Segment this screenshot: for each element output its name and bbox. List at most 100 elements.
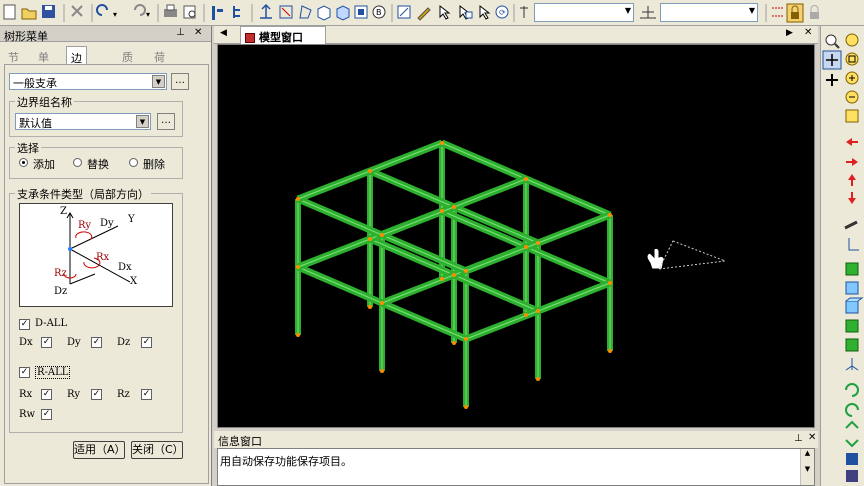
window-select-icon[interactable]	[397, 5, 411, 19]
info-scrollbar[interactable]: ▲ ▼	[800, 449, 814, 485]
support-type-select[interactable]: 一般支承 ▼	[9, 73, 167, 90]
tab-mass[interactable]: 质量	[118, 46, 137, 80]
unselect-pointer-icon[interactable]	[459, 4, 473, 20]
tab-model-window[interactable]: 模型窗口	[240, 26, 326, 44]
frame-node[interactable]	[440, 141, 444, 145]
view-top-icon[interactable]	[845, 319, 859, 333]
rx-checkbox[interactable]: ✓	[41, 389, 52, 400]
cube-icon[interactable]	[317, 5, 331, 21]
frame-node[interactable]	[296, 265, 300, 269]
frame-node[interactable]	[380, 301, 384, 305]
dz-checkbox[interactable]: ✓	[141, 337, 152, 348]
select-pointer-icon[interactable]	[439, 4, 451, 20]
rotate-hand-icon[interactable]	[826, 74, 838, 86]
close-button[interactable]: 关闭（C）	[131, 441, 184, 459]
frame-node[interactable]	[608, 213, 612, 217]
frame-node[interactable]	[380, 369, 384, 373]
polygon-select-icon[interactable]	[299, 5, 312, 19]
frame-node[interactable]	[608, 349, 612, 353]
view-front-icon[interactable]	[845, 281, 859, 295]
radio-replace[interactable]	[73, 158, 82, 167]
view-side-icon[interactable]	[845, 297, 864, 314]
frame-node[interactable]	[368, 169, 372, 173]
frame-node[interactable]	[452, 341, 456, 345]
frame-node[interactable]	[368, 305, 372, 309]
arrow-down-icon[interactable]	[848, 192, 856, 204]
pan-icon[interactable]	[822, 50, 842, 70]
rotate-left-icon[interactable]	[845, 383, 859, 397]
tree-grip-icon[interactable]	[212, 6, 223, 20]
group-name-more-button[interactable]: …	[157, 113, 175, 130]
d-all-checkbox[interactable]: ✓	[19, 319, 30, 330]
render-icon[interactable]	[846, 453, 858, 465]
dx-checkbox[interactable]: ✓	[41, 337, 52, 348]
undo-icon[interactable]: ▾	[96, 4, 117, 19]
snap-icon[interactable]	[772, 7, 784, 17]
open-folder-icon[interactable]	[21, 8, 37, 20]
zoom-plus-icon[interactable]	[845, 71, 859, 85]
zoom-all-icon[interactable]	[845, 52, 859, 66]
close-panel-icon[interactable]: ✕	[194, 27, 202, 38]
close-info-icon[interactable]: ✕	[808, 432, 816, 443]
frame-node[interactable]	[296, 333, 300, 337]
radio-delete[interactable]	[129, 158, 138, 167]
new-file-icon[interactable]	[3, 4, 16, 20]
pin-info-icon[interactable]: ⊥	[794, 433, 803, 444]
pointer-plus-icon[interactable]	[479, 4, 491, 20]
close-model-window-icon[interactable]: ✕	[804, 27, 812, 38]
frame-node[interactable]	[536, 309, 540, 313]
delete-icon[interactable]	[71, 5, 83, 17]
tree-menu-icon[interactable]	[233, 6, 240, 18]
frame-node[interactable]	[452, 205, 456, 209]
zoom-window-icon[interactable]	[825, 34, 840, 49]
toolbar-dropdown-2[interactable]: ▼	[660, 3, 758, 22]
measure-icon[interactable]	[844, 220, 858, 230]
shade-icon[interactable]	[846, 470, 858, 482]
ry-checkbox[interactable]: ✓	[91, 389, 102, 400]
circle-b-icon[interactable]: B	[372, 5, 386, 19]
support-type-more-button[interactable]: …	[171, 73, 189, 90]
frame-node[interactable]	[464, 337, 468, 341]
r-all-checkbox[interactable]: ✓	[19, 367, 30, 378]
structure-frame-3d[interactable]	[218, 45, 816, 429]
cube-frame-icon[interactable]	[336, 5, 350, 21]
rotate-down-icon[interactable]	[845, 439, 859, 448]
arrow-right-icon[interactable]	[846, 158, 858, 166]
frame-node[interactable]	[524, 245, 528, 249]
frame-node[interactable]	[368, 237, 372, 241]
scroll-down-icon[interactable]: ▼	[801, 465, 814, 473]
lock-icon[interactable]	[786, 3, 804, 23]
arrow-left-icon[interactable]	[846, 138, 858, 146]
model-viewport[interactable]	[217, 44, 815, 428]
axis-icon[interactable]	[848, 238, 859, 251]
redo-icon[interactable]: ▾	[134, 4, 150, 19]
refresh-icon[interactable]: ⟳	[495, 5, 509, 19]
save-icon[interactable]	[42, 5, 55, 18]
frame-node[interactable]	[464, 269, 468, 273]
rw-checkbox[interactable]: ✓	[41, 409, 52, 420]
frame-node[interactable]	[452, 273, 456, 277]
frame-node[interactable]	[536, 241, 540, 245]
tab-load[interactable]: 荷载	[150, 46, 169, 80]
view-bottom-icon[interactable]	[845, 338, 859, 352]
rotate-right-icon[interactable]	[845, 403, 859, 417]
dy-checkbox[interactable]: ✓	[91, 337, 102, 348]
zoom-in-icon[interactable]	[845, 33, 859, 47]
print-icon[interactable]	[164, 4, 177, 17]
tab-scroll-left-icon[interactable]: ◀	[220, 28, 227, 38]
pin-icon[interactable]	[520, 6, 528, 18]
scroll-up-icon[interactable]: ▲	[801, 449, 814, 457]
view-axis-icon[interactable]	[845, 358, 859, 371]
frame-node[interactable]	[464, 405, 468, 409]
select-box-icon[interactable]	[279, 5, 293, 19]
frame-node[interactable]	[440, 277, 444, 281]
tab-node[interactable]: 节点	[4, 46, 23, 80]
tab-element[interactable]: 单元	[34, 46, 53, 80]
rz-checkbox[interactable]: ✓	[141, 389, 152, 400]
radio-add[interactable]	[19, 158, 28, 167]
frame-node[interactable]	[608, 281, 612, 285]
frame-node[interactable]	[524, 313, 528, 317]
group-name-select[interactable]: 默认值 ▼	[15, 113, 151, 130]
node-tool-icon[interactable]	[260, 3, 272, 19]
unit-select-icon[interactable]	[640, 6, 656, 19]
